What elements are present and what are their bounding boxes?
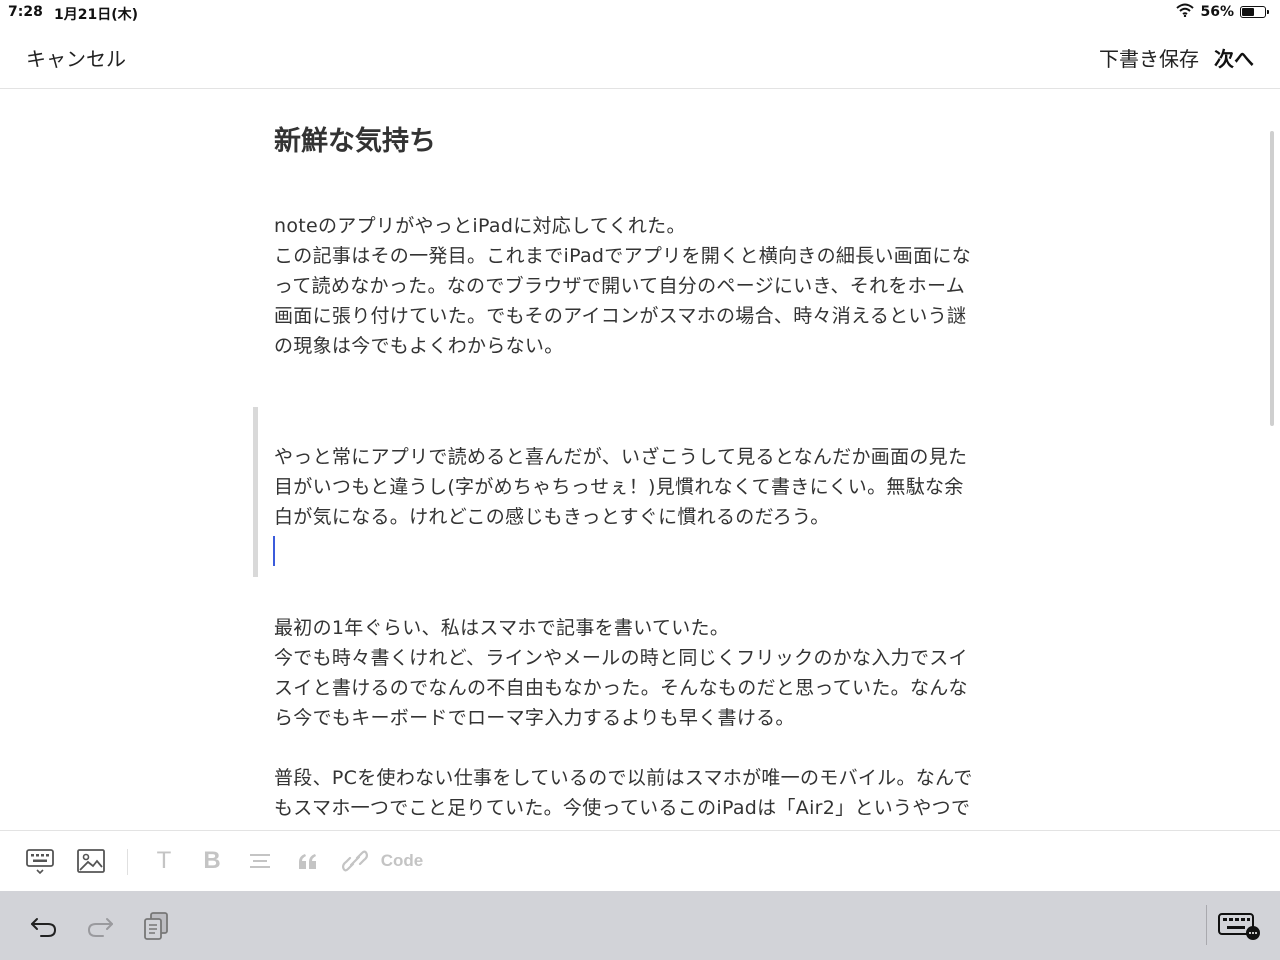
code-button[interactable]: Code <box>380 845 424 877</box>
battery-icon <box>1240 6 1269 18</box>
paragraph-1[interactable]: noteのアプリがやっとiPadに対応してくれた。 この記事はその一発目。これま… <box>274 211 1004 361</box>
undo-icon[interactable] <box>28 909 60 943</box>
keyboard-menu-icon[interactable] <box>1216 909 1262 943</box>
format-toolbar: T B Code <box>0 830 1280 892</box>
save-draft-button[interactable]: 下書き保存 <box>1099 43 1199 72</box>
status-bar: 7:28 1月21日(木) 56% <box>0 0 1280 26</box>
redo-icon[interactable] <box>84 909 116 943</box>
keyboard-icon[interactable] <box>24 845 56 877</box>
text-line: 白が気になる。けれどこの感じもきっとすぐに慣れるのだろう。 <box>274 506 830 528</box>
quote-icon[interactable] <box>294 845 322 877</box>
paragraph-2[interactable]: 最初の1年ぐらい、私はスマホで記事を書いていた。 今でも時々書くけれど、ラインや… <box>274 613 1004 733</box>
text-line: 最初の1年ぐらい、私はスマホで記事を書いていた。 <box>274 617 730 639</box>
code-label: Code <box>380 851 424 870</box>
text-line: スイと書けるのでなんの不自由もなかった。そんなものだと思っていた。なんな <box>274 677 968 699</box>
text-line: noteのアプリがやっとiPadに対応してくれた。 <box>274 215 686 237</box>
wifi-icon <box>1176 3 1195 21</box>
image-icon[interactable] <box>75 845 107 877</box>
heading-button[interactable]: T <box>150 845 178 877</box>
text-line: 今でも時々書くけれど、ラインやメールの時と同じくフリックのかな入力でスイ <box>274 647 968 669</box>
status-right: 56% <box>1176 3 1269 21</box>
blockquote-bar <box>253 407 258 577</box>
status-date: 1月21日(木) <box>54 7 139 23</box>
text-line: 画面に張り付けていた。でもそのアイコンがスマホの場合、時々消えるという謎 <box>274 305 967 327</box>
scrollbar[interactable] <box>1270 131 1274 426</box>
text-line: やっと常にアプリで読めると喜んだが、いざこうして見るとなんだか画面の見た <box>274 446 968 468</box>
editor-area[interactable]: 新鮮な気持ち noteのアプリがやっとiPadに対応してくれた。 この記事はその… <box>0 89 1280 830</box>
article-title[interactable]: 新鮮な気持ち <box>274 119 436 158</box>
align-center-icon[interactable] <box>246 845 274 877</box>
text-line: の現象は今でもよくわからない。 <box>274 335 564 357</box>
next-button[interactable]: 次へ <box>1214 43 1254 72</box>
text-line: ら今でもキーボードでローマ字入力するよりも早く書ける。 <box>274 707 795 729</box>
heading-label: T <box>156 847 172 874</box>
link-icon[interactable] <box>340 845 370 877</box>
battery-percent: 56% <box>1200 4 1234 20</box>
paragraph-3[interactable]: 普段、PCを使わない仕事をしているので以前はスマホが唯一のモバイル。なんで もス… <box>274 763 1004 823</box>
shortcut-bar-divider <box>1206 905 1207 945</box>
bold-button[interactable]: B <box>198 845 226 877</box>
text-line: って読めなかった。なのでブラウザで開いて自分のページにいき、それをホーム <box>274 275 966 297</box>
paste-icon[interactable] <box>140 909 172 943</box>
bold-label: B <box>203 847 221 874</box>
battery-fill <box>1242 8 1254 16</box>
blockquote[interactable]: やっと常にアプリで読めると喜んだが、いざこうして見るとなんだか画面の見た 目がい… <box>274 442 1004 532</box>
nav-bar: キャンセル 下書き保存 次へ <box>0 26 1280 89</box>
text-line: 目がいつもと違うし(字がめちゃちっせぇ！)見慣れなくて書きにくい。無駄な余 <box>274 476 964 498</box>
text-line: もスマホ一つでこと足りていた。今使っているこのiPadは「Air2」というやつで <box>274 797 971 819</box>
keyboard-shortcut-bar <box>0 891 1280 960</box>
text-line: 普段、PCを使わない仕事をしているので以前はスマホが唯一のモバイル。なんで <box>274 767 973 789</box>
text-line: この記事はその一発目。これまでiPadでアプリを開くと横向きの細長い画面にな <box>274 245 971 267</box>
text-cursor <box>273 536 275 566</box>
status-time: 7:28 <box>8 4 43 20</box>
cancel-button[interactable]: キャンセル <box>26 43 126 72</box>
toolbar-divider <box>127 849 128 875</box>
